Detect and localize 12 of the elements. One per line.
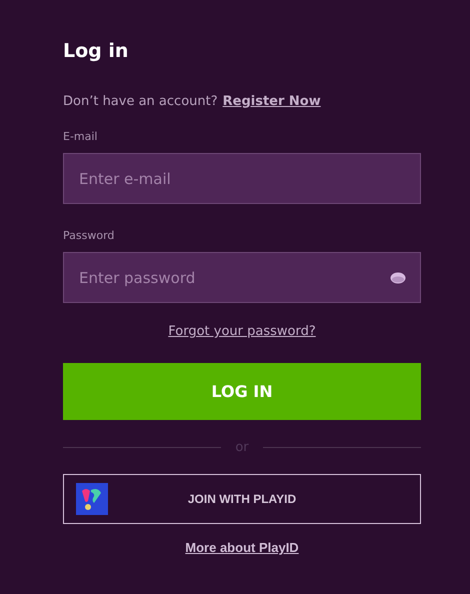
password-field[interactable]: Enter password <box>63 252 421 303</box>
email-field[interactable]: Enter e-mail <box>63 153 421 204</box>
playid-button[interactable]: JOIN WITH PLAYID <box>63 474 421 524</box>
eye-icon[interactable] <box>390 272 406 284</box>
playid-logo-icon <box>76 483 108 515</box>
register-link[interactable]: Register Now <box>222 93 321 111</box>
forgot-password-link[interactable]: Forgot your password? <box>168 324 316 339</box>
more-about-link[interactable]: More about PlayID <box>185 540 299 555</box>
field-label: E-mail <box>63 130 98 144</box>
login-title: Log in <box>63 39 130 64</box>
field-label: Password <box>63 229 116 243</box>
register-prompt: Don’t have an account? <box>63 93 218 111</box>
